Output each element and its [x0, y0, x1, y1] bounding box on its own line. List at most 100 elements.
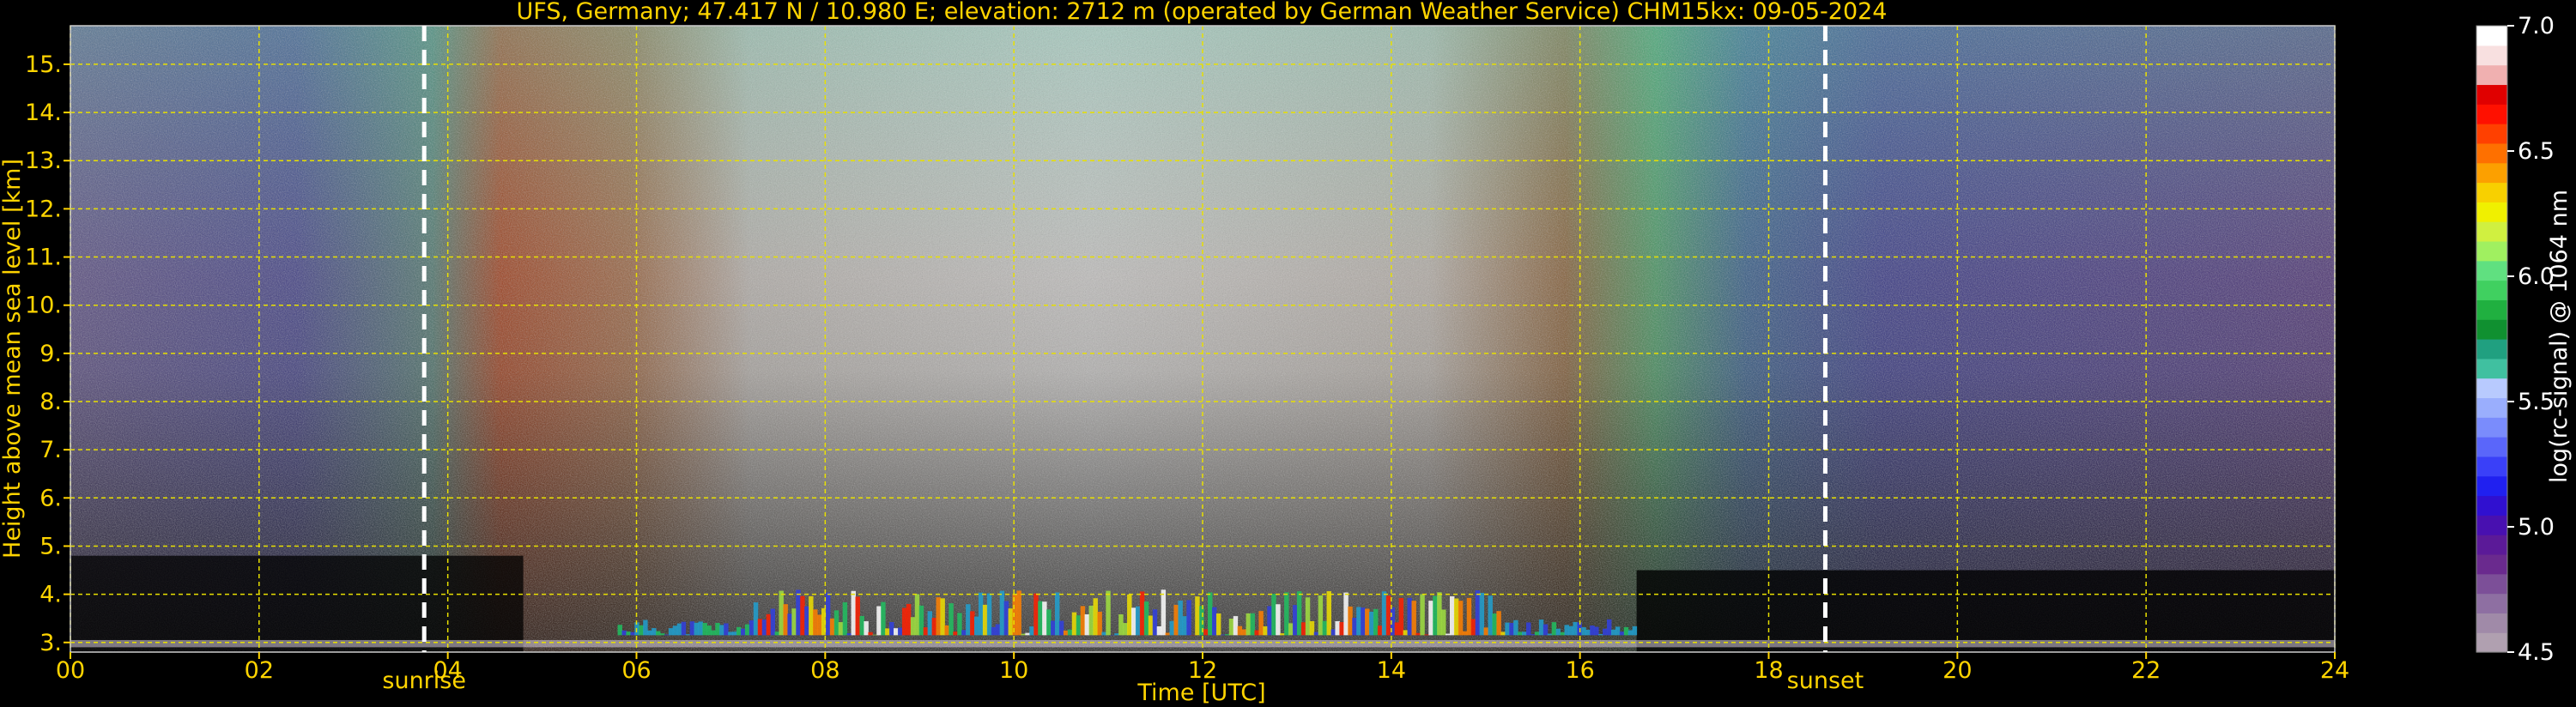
cloud-column	[1335, 620, 1340, 636]
x-tick-label: 14	[1377, 657, 1406, 684]
cloud-column	[1428, 601, 1433, 636]
cloud-column	[1046, 609, 1052, 636]
cloud-column	[1161, 589, 1167, 636]
cloud-column	[1551, 622, 1557, 636]
cloud-column	[1547, 633, 1553, 636]
cloud-column	[1127, 594, 1132, 636]
y-tick-label: 12.	[25, 196, 62, 222]
cloud-column	[1534, 631, 1540, 636]
cloud-column	[1267, 606, 1272, 636]
x-tick-label: 12	[1188, 657, 1217, 684]
cloud-column	[672, 625, 678, 636]
cloud-column	[897, 627, 903, 636]
cloud-column	[639, 625, 644, 636]
cloud-column	[1250, 613, 1255, 636]
cloud-column	[1016, 590, 1021, 636]
cloud-column	[825, 592, 831, 636]
cloud-column	[1615, 626, 1621, 636]
x-tick-label: 00	[56, 657, 85, 684]
cloud-column	[1203, 629, 1209, 636]
cloud-column	[1292, 605, 1298, 636]
cloud-column	[999, 590, 1005, 636]
colorbar-tick-label: 7.0	[2518, 13, 2555, 39]
cloud-column	[986, 593, 992, 636]
cloud-column	[1237, 625, 1243, 636]
cloud-column	[1623, 626, 1629, 636]
cloud-column	[1076, 615, 1082, 636]
cloud-column	[1114, 633, 1119, 636]
cloud-column	[1627, 630, 1633, 636]
cloud-column	[1224, 634, 1230, 636]
y-tick-label: 10.	[25, 293, 62, 319]
colorbar-swatch	[2476, 280, 2507, 300]
cloud-column	[1051, 620, 1056, 636]
cloud-column	[1156, 625, 1162, 636]
cloud-column	[1381, 591, 1387, 636]
plot-area	[70, 25, 2336, 653]
ceilometer-chart: 4.55.05.56.06.57.0 UFS, Germany; 47.417 …	[0, 0, 2573, 706]
cloud-column	[804, 606, 809, 636]
cloud-column	[719, 625, 724, 636]
colorbar-swatch	[2476, 45, 2507, 66]
cloud-column	[724, 623, 729, 636]
cloud-column	[702, 623, 707, 636]
cloud-column	[728, 631, 733, 636]
cloud-column	[1522, 631, 1527, 636]
y-tick-label: 11.	[25, 245, 62, 271]
cloud-column	[813, 609, 818, 636]
cloud-column	[1339, 622, 1344, 636]
cloud-column	[1008, 608, 1014, 636]
colorbar-swatch	[2476, 515, 2507, 535]
colorbar: 4.55.05.56.06.57.0	[2476, 13, 2555, 666]
cloud-column	[876, 606, 882, 636]
cloud-column	[1305, 597, 1311, 636]
cloud-column	[744, 624, 750, 636]
cloud-column	[1228, 619, 1234, 636]
cloud-column	[1143, 601, 1149, 636]
cloud-column	[740, 628, 746, 636]
cloud-column	[1394, 622, 1400, 636]
cloud-column	[1067, 629, 1073, 636]
y-tick-label: 9.	[39, 341, 62, 367]
cloud-column	[715, 623, 720, 636]
cloud-column	[872, 634, 877, 636]
cloud-column	[1518, 631, 1523, 636]
cloud-column	[1606, 619, 1612, 636]
cloud-column	[1135, 606, 1141, 636]
cloud-column	[1123, 623, 1128, 636]
x-tick-label: 20	[1943, 657, 1972, 684]
cloud-column	[1470, 619, 1476, 636]
cloud-column	[927, 611, 933, 636]
cloud-column	[1165, 632, 1171, 636]
colorbar-swatch	[2476, 456, 2507, 477]
colorbar-tick-label: 5.0	[2518, 514, 2555, 541]
cloud-column	[868, 631, 873, 636]
colorbar-swatch	[2476, 202, 2507, 222]
cloud-column	[1003, 601, 1009, 636]
cloud-column	[630, 631, 635, 636]
cloud-column	[1352, 617, 1357, 636]
cloud-column	[1466, 597, 1472, 636]
cloud-column	[1462, 631, 1468, 636]
cloud-column	[1186, 600, 1191, 636]
cloud-column	[1148, 615, 1154, 636]
cloud-column	[1479, 592, 1485, 636]
colorbar-swatch	[2476, 535, 2507, 555]
cloud-column	[626, 631, 631, 636]
colorbar-swatch	[2476, 358, 2507, 379]
colorbar-swatch	[2476, 64, 2507, 86]
cloud-column	[1276, 604, 1281, 636]
colorbar-swatch	[2476, 378, 2507, 399]
cloud-column	[957, 613, 962, 636]
cloud-column	[1131, 607, 1136, 636]
colorbar-swatch	[2476, 319, 2507, 340]
colorbar-swatch	[2476, 437, 2507, 457]
cloud-column	[914, 594, 920, 636]
cloud-column	[1590, 625, 1595, 636]
cloud-column	[1071, 612, 1077, 636]
cloud-column	[698, 621, 703, 636]
cloud-column	[1284, 592, 1289, 636]
cloud-column	[970, 611, 975, 636]
cloud-column	[1296, 591, 1302, 636]
colorbar-swatch	[2476, 573, 2507, 595]
